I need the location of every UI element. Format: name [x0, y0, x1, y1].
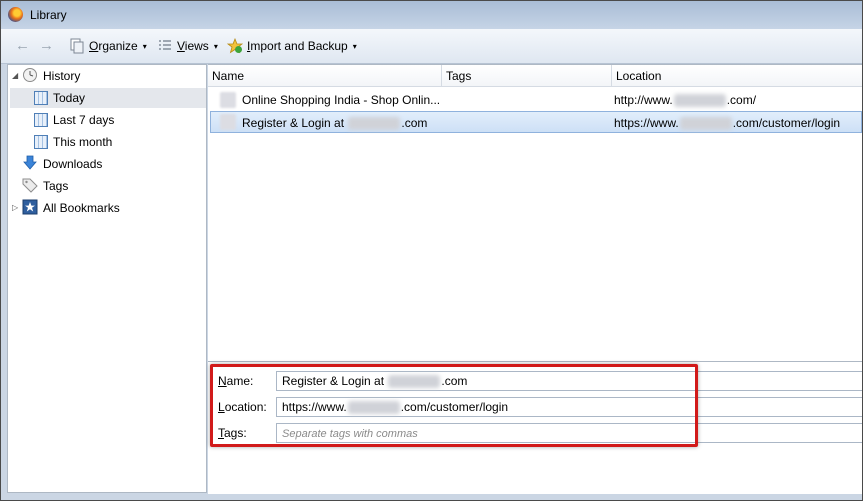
library-window: Library ← → Organize ▾ Views ▾ Import an… [0, 0, 863, 501]
collapse-toggle-icon[interactable]: ▷ [12, 203, 18, 212]
history-list: Name Tags Location Online Shopping India… [208, 64, 862, 361]
sidebar-item-label: Tags [43, 179, 69, 193]
redacted-domain [679, 117, 732, 131]
row-location: http://www. .com/ [614, 93, 757, 108]
sidebar-tree: ◢ History Today Last 7 days This month D… [7, 64, 207, 493]
organize-button[interactable]: Organize ▾ [69, 37, 147, 55]
sidebar-item-all-bookmarks[interactable]: All Bookmarks [22, 198, 204, 218]
import-and-backup-label: Import and Backup [247, 39, 348, 53]
column-header-tags[interactable]: Tags [442, 65, 612, 87]
organize-dropdown-icon: ▾ [142, 41, 147, 51]
views-label: Views [177, 39, 209, 53]
table-row[interactable]: Online Shopping India - Shop Onlin... ht… [210, 89, 862, 111]
forward-arrow-icon: → [39, 37, 54, 54]
tags-label: Tags: [218, 426, 247, 440]
tags-field[interactable]: Separate tags with commas [276, 423, 862, 443]
sidebar-item-label: Today [53, 91, 86, 105]
organize-label: Organize [89, 39, 138, 53]
import-backup-star-icon [226, 37, 244, 54]
calendar-icon [34, 91, 48, 105]
window-title: Library [30, 8, 67, 22]
firefox-icon [8, 7, 23, 22]
import-dropdown-icon: ▾ [352, 41, 357, 51]
bookmarks-star-icon [22, 199, 38, 218]
calendar-icon [34, 113, 48, 127]
table-row-selected[interactable]: Register & Login at .com https://www. .co… [210, 111, 862, 133]
sidebar-item-last-7-days[interactable]: Last 7 days [34, 110, 204, 130]
back-arrow-icon: ← [15, 37, 30, 54]
sidebar-item-label: History [43, 69, 81, 83]
column-header-name[interactable]: Name [208, 65, 442, 87]
calendar-icon [34, 135, 48, 149]
sidebar-item-downloads[interactable]: Downloads [22, 154, 204, 174]
redacted-domain [347, 401, 400, 415]
site-favicon-icon [220, 114, 236, 130]
views-list-icon [157, 38, 173, 54]
sidebar-item-history[interactable]: History [22, 66, 206, 86]
redacted-domain [388, 375, 441, 389]
download-arrow-icon [22, 155, 38, 174]
organize-icon [69, 38, 85, 54]
name-label: Name: [218, 374, 254, 388]
views-button[interactable]: Views ▾ [157, 37, 218, 55]
back-button[interactable]: ← [15, 37, 30, 55]
tags-placeholder: Separate tags with commas [282, 428, 418, 440]
row-name: Register & Login at .com [242, 116, 428, 131]
sidebar-item-label: This month [53, 135, 113, 149]
row-location: https://www. .com/customer/login [614, 116, 841, 131]
toolbar: ← → Organize ▾ Views ▾ Import and Backup… [1, 29, 862, 64]
row-name: Online Shopping India - Shop Onlin... [242, 93, 441, 107]
redacted-domain [673, 94, 726, 108]
column-header-location[interactable]: Location [612, 65, 862, 87]
import-and-backup-button[interactable]: Import and Backup ▾ [226, 37, 357, 55]
sidebar-item-today[interactable]: Today [10, 88, 206, 108]
sidebar-item-label: All Bookmarks [43, 201, 120, 215]
views-dropdown-icon: ▾ [213, 41, 218, 51]
redacted-domain [348, 117, 401, 131]
tag-icon [22, 177, 38, 196]
details-pane: Name: Register & Login at .com Location:… [208, 361, 862, 494]
location-field[interactable]: https://www. .com/customer/login [276, 397, 862, 417]
expand-toggle-icon[interactable]: ◢ [12, 71, 18, 80]
sidebar-item-this-month[interactable]: This month [34, 132, 204, 152]
location-label: Location: [218, 400, 267, 414]
forward-button[interactable]: → [39, 37, 54, 55]
name-field[interactable]: Register & Login at .com [276, 371, 862, 391]
sidebar-item-label: Downloads [43, 157, 103, 171]
clock-icon [22, 67, 38, 86]
title-bar[interactable]: Library [1, 1, 862, 29]
site-favicon-icon [220, 92, 236, 108]
sidebar-item-tags[interactable]: Tags [22, 176, 204, 196]
sidebar-item-label: Last 7 days [53, 113, 115, 127]
